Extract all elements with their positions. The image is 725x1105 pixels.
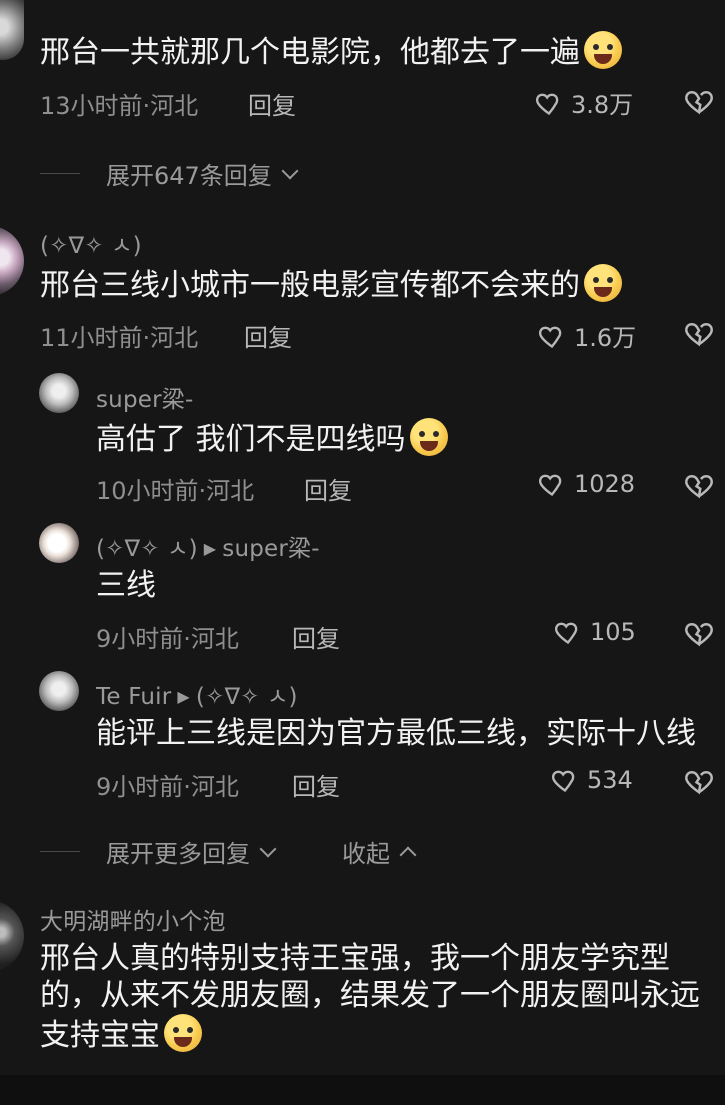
- comment-text: 能评上三线是因为官方最低三线，实际十八线: [96, 716, 696, 751]
- avatar[interactable]: [0, 226, 24, 296]
- comment-text: 邢台一共就那几个电影院，他都去了一遍: [40, 31, 622, 72]
- comment-text: 邢台人真的特别支持王宝强，我一个朋友学究型的，从来不发朋友圈，结果发了一个朋友圈…: [40, 940, 710, 1054]
- like-button[interactable]: 105: [554, 618, 636, 646]
- comment-time-location: 13小时前·河北: [40, 92, 199, 120]
- comment-text-content: 邢台一共就那几个电影院，他都去了一遍: [40, 35, 580, 70]
- username[interactable]: Te Fuir: [96, 684, 171, 710]
- broken-heart-icon[interactable]: [684, 766, 714, 796]
- divider-line: [40, 173, 80, 174]
- like-count: 534: [587, 766, 633, 794]
- divider-line: [40, 851, 80, 852]
- chevron-down-icon: [259, 840, 277, 857]
- comment-time-location: 11小时前·河北: [40, 324, 199, 352]
- username[interactable]: super梁-: [96, 380, 193, 414]
- like-button[interactable]: 1.6万: [538, 318, 636, 353]
- username[interactable]: 大明湖畔的小个泡: [40, 902, 226, 936]
- avatar[interactable]: [39, 373, 79, 413]
- chevron-down-icon: [281, 162, 299, 179]
- reply-button[interactable]: 回复: [244, 318, 292, 353]
- crying-laughing-emoji-icon: [409, 418, 448, 456]
- avatar[interactable]: [0, 0, 24, 60]
- like-count: 3.8万: [571, 91, 634, 119]
- avatar[interactable]: [39, 523, 79, 563]
- reply-to-username[interactable]: (✧∇✧ ㅅ): [196, 684, 298, 710]
- bottom-bar: [0, 1075, 725, 1105]
- reply-header: Te Fuir ▶ (✧∇✧ ㅅ): [96, 677, 298, 711]
- reply-button[interactable]: 回复: [292, 619, 340, 654]
- heart-outline-icon: [555, 622, 578, 645]
- comment-text: 高估了 我们不是四线吗: [96, 418, 448, 459]
- expand-replies-label: 展开647条回复: [106, 162, 272, 190]
- comment-time-location: 10小时前·河北: [96, 477, 255, 505]
- avatar[interactable]: [39, 671, 79, 711]
- reply-arrow-icon: ▶: [177, 687, 190, 706]
- like-count: 105: [590, 618, 636, 646]
- comment-text: 三线: [96, 568, 156, 603]
- expand-more-replies-button[interactable]: 展开更多回复: [40, 834, 277, 869]
- comment-time-location: 9小时前·河北: [96, 773, 239, 801]
- heart-outline-icon: [539, 326, 562, 348]
- crying-laughing-emoji-icon: [584, 31, 622, 69]
- reply-button[interactable]: 回复: [304, 471, 352, 506]
- heart-outline-icon: [539, 474, 562, 497]
- rolling-laughing-emoji-icon: [164, 1014, 202, 1052]
- heart-outline-icon: [552, 770, 575, 793]
- like-count: 1028: [574, 470, 636, 498]
- collapse-label: 收起: [342, 840, 390, 868]
- reply-button[interactable]: 回复: [248, 86, 296, 121]
- heart-outline-icon: [536, 93, 559, 115]
- like-button[interactable]: 534: [551, 766, 633, 794]
- comment-text: 邢台三线小城市一般电影宣传都不会来的: [40, 264, 622, 305]
- avatar[interactable]: [0, 900, 24, 972]
- chevron-up-icon: [399, 846, 417, 863]
- reply-arrow-icon: ▶: [203, 539, 217, 558]
- reply-button[interactable]: 回复: [292, 767, 340, 802]
- username[interactable]: (✧∇✧ ㅅ): [96, 536, 198, 562]
- like-button[interactable]: 3.8万: [535, 85, 633, 120]
- reply-to-username[interactable]: super梁-: [222, 536, 319, 562]
- comment-text-content: 高估了 我们不是四线吗: [96, 422, 406, 457]
- broken-heart-icon[interactable]: [684, 318, 714, 348]
- expand-more-label: 展开更多回复: [106, 840, 250, 868]
- comment-time-location: 9小时前·河北: [96, 625, 239, 653]
- like-button[interactable]: 1028: [538, 470, 635, 498]
- reply-header: (✧∇✧ ㅅ) ▶ super梁-: [96, 529, 320, 563]
- like-count: 1.6万: [574, 324, 637, 352]
- collapse-replies-button[interactable]: 收起: [342, 834, 417, 869]
- broken-heart-icon[interactable]: [684, 618, 714, 648]
- broken-heart-icon[interactable]: [684, 86, 714, 116]
- expand-replies-button[interactable]: 展开647条回复: [40, 156, 299, 191]
- comment-text-content: 邢台三线小城市一般电影宣传都不会来的: [40, 268, 580, 303]
- username[interactable]: (✧∇✧ ㅅ): [40, 226, 142, 260]
- comment-text-content: 邢台人真的特别支持王宝强，我一个朋友学究型的，从来不发朋友圈，结果发了一个朋友圈…: [40, 941, 700, 1053]
- broken-heart-icon[interactable]: [684, 470, 714, 500]
- crying-emoji-icon: [584, 264, 622, 302]
